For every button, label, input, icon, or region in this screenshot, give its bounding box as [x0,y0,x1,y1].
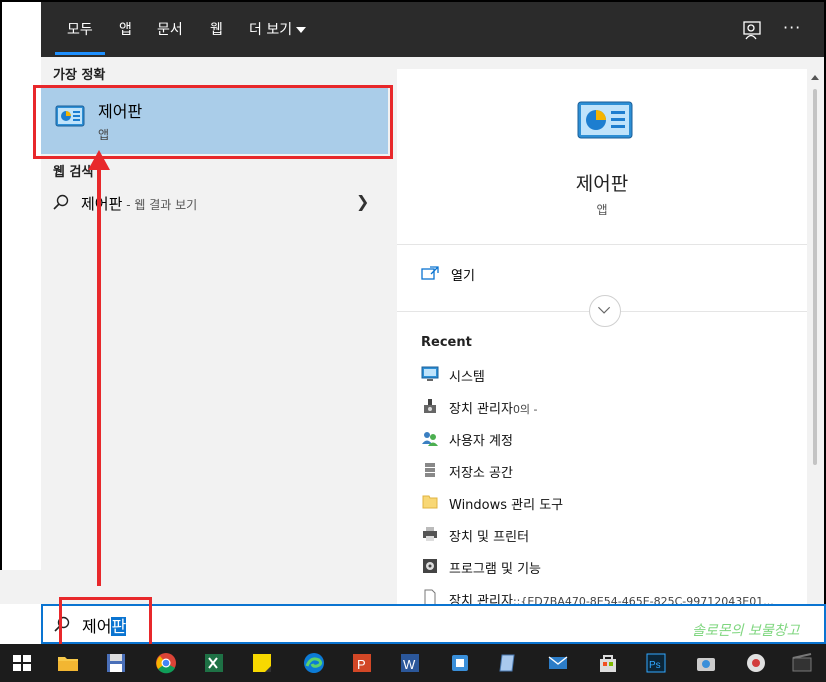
desktop-background-bottom [0,570,41,604]
scroll-up-icon[interactable] [811,75,819,80]
movie-icon[interactable] [780,644,824,682]
tab-all[interactable]: 모두 [55,2,105,57]
open-label: 열기 [451,269,475,284]
store-icon[interactable] [438,644,482,682]
feedback-icon[interactable] [741,19,763,41]
mail-icon[interactable] [536,644,580,682]
powerpoint-icon[interactable]: P [340,644,384,682]
edge-icon[interactable] [292,644,336,682]
watermark: 솔로몬의 보물창고 [692,620,812,644]
recent-item-label: 장치 관리자0의 - [449,398,538,417]
divider [397,244,807,245]
svg-text:솔로몬의 보물창고: 솔로몬의 보물창고 [692,623,801,639]
recent-heading: Recent [421,335,472,350]
detail-pane: 제어판 앱 열기 Recent 시스템 장치 관리자0의 - 사용자 계정 저장… [397,69,824,609]
web-search-result[interactable]: 제어판 - 웹 결과 보기 ❯ [41,186,388,220]
windows-start-icon[interactable] [0,644,44,682]
camera-icon[interactable] [684,644,728,682]
open-icon [421,266,439,280]
svg-text:Ps: Ps [649,660,661,671]
recent-item-name: 장치 관리자 [449,402,513,417]
system-icon [421,366,439,381]
recent-item-label: Windows 관리 도구 [449,498,564,513]
more-options-icon[interactable]: ··· [783,18,801,37]
web-search-query: 제어판 [81,195,123,213]
best-match-heading: 가장 정확 [53,68,106,83]
web-search-suffix: - 웹 결과 보기 [122,198,198,212]
svg-text:W: W [403,657,416,672]
watermark-graphic: 솔로몬의 보물창고 [692,623,801,639]
notepad-icon[interactable] [486,644,530,682]
filter-tab-bar: 모두 앱 문서 웹 더 보기 ··· [41,2,824,57]
chevron-down-icon [296,27,307,33]
recent-item-suffix: 0의 - [512,403,538,416]
recent-item-label: 사용자 계정 [449,434,513,449]
annotation-search-box [59,597,152,647]
sticky-notes-icon[interactable] [240,644,284,682]
annotation-arrow [97,166,101,586]
user-accounts-icon [422,432,438,446]
printer-icon [423,527,437,541]
annotation-highlight-box [33,85,393,159]
search-panel: 모두 앱 문서 웹 더 보기 ··· 가장 정확 제어판 앱 웹 검색 제어판 … [33,0,826,609]
taskbar: P W Ps [0,644,826,682]
control-panel-large-icon [577,101,633,139]
search-icon [53,194,69,210]
tab-documents[interactable]: 문서 [157,2,183,57]
annotation-arrow-head [88,150,110,170]
shopping-icon[interactable] [586,644,630,682]
word-icon[interactable]: W [388,644,432,682]
detail-title: 제어판 [575,173,629,195]
file-explorer-icon[interactable] [46,644,90,682]
photoshop-icon[interactable]: Ps [634,644,678,682]
recent-item-label: 시스템 [449,370,485,385]
excel-icon[interactable] [192,644,236,682]
recent-item-label: 저장소 공간 [449,466,513,481]
expand-button[interactable] [589,295,621,327]
programs-icon [423,559,437,573]
folder-icon [422,495,438,509]
chevron-right-icon: ❯ [356,192,370,211]
scrollbar-thumb[interactable] [813,89,817,465]
svg-text:P: P [357,657,366,672]
tab-more-label: 더 보기 [249,22,293,38]
save-disk-icon[interactable] [94,644,138,682]
snipping-icon[interactable] [734,644,778,682]
tab-web[interactable]: 웹 [210,2,223,57]
device-manager-icon [424,399,436,413]
tab-apps[interactable]: 앱 [119,2,132,57]
recent-item-label: 프로그램 및 기능 [449,562,541,577]
chrome-icon[interactable] [144,644,188,682]
detail-subtitle: 앱 [596,203,608,217]
tab-more[interactable]: 더 보기 [249,2,307,57]
storage-icon [425,463,435,477]
chevron-down-icon [598,306,611,314]
recent-item-label: 장치 및 프린터 [449,530,530,545]
detail-scrollbar[interactable] [807,69,824,606]
